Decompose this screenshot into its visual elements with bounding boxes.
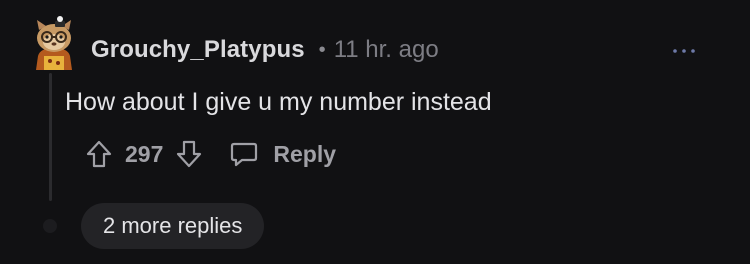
vote-count: 297 bbox=[125, 140, 164, 167]
more-options-icon bbox=[673, 49, 695, 53]
comment-container: Grouchy_Platypus • 11 hr. ago How about … bbox=[0, 0, 750, 264]
collapsed-thread-dot bbox=[43, 219, 57, 233]
comment-actions: 297 Reply bbox=[85, 136, 336, 172]
username[interactable]: Grouchy_Platypus bbox=[91, 36, 305, 64]
timestamp[interactable]: 11 hr. ago bbox=[334, 36, 439, 64]
separator-dot: • bbox=[318, 38, 326, 61]
comment-header: Grouchy_Platypus • 11 hr. ago bbox=[91, 33, 439, 67]
speech-bubble-icon bbox=[231, 142, 258, 167]
more-options-button[interactable] bbox=[665, 38, 705, 62]
avatar[interactable] bbox=[30, 16, 78, 70]
snoo-avatar-icon bbox=[36, 16, 72, 70]
reply-button[interactable]: Reply bbox=[229, 139, 336, 169]
upvote-button[interactable] bbox=[85, 139, 113, 169]
more-replies-button[interactable]: 2 more replies bbox=[81, 203, 265, 249]
upvote-arrow-icon bbox=[86, 140, 112, 168]
downvote-button[interactable] bbox=[175, 139, 203, 169]
reply-label: Reply bbox=[273, 140, 337, 167]
comment-body: How about I give u my number instead bbox=[65, 88, 492, 116]
thread-line[interactable] bbox=[49, 73, 52, 201]
downvote-arrow-icon bbox=[177, 140, 202, 168]
